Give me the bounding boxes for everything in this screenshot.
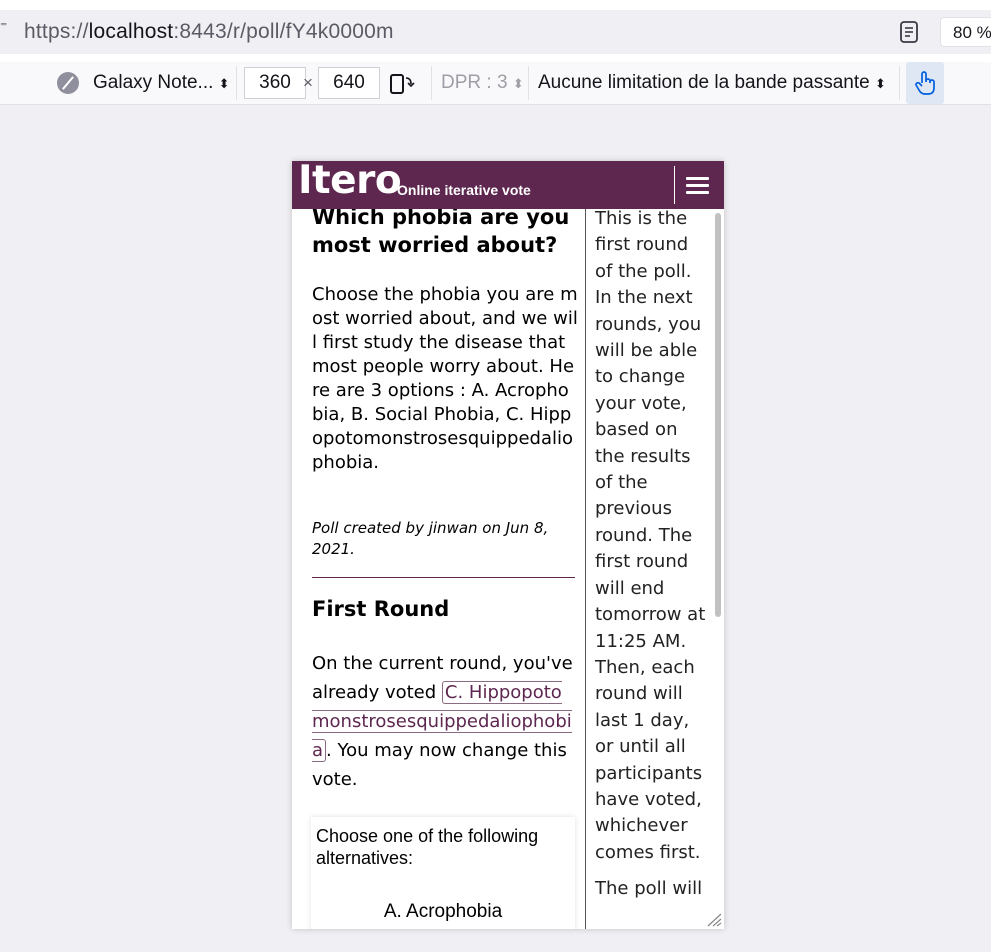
zoom-level-button[interactable]: 80 % (940, 17, 991, 47)
url-prefix: https:// (24, 20, 89, 43)
round-text-after: . You may now change this vote. (312, 740, 567, 790)
section-divider (312, 577, 575, 578)
info-paragraph: The poll will (595, 878, 703, 900)
responsive-toolbar: Galaxy Note... ⬍ 360 × 640 DPR : 3 ⬍ Auc… (0, 62, 991, 105)
dpr-selector[interactable]: DPR : 3 ⬍ (441, 62, 524, 104)
round-status: On the current round, you've already vot… (312, 649, 577, 794)
device-viewport: Itero Online iterative vote Which phobia… (292, 161, 724, 929)
menu-icon (686, 184, 709, 187)
poll-description: Choose the phobia you are most worried a… (312, 284, 578, 473)
menu-icon (686, 191, 709, 194)
alternatives-card: Choose one of the following alternatives… (311, 817, 575, 929)
height-input[interactable]: 640 (318, 67, 380, 99)
updown-arrow-icon: ⬍ (512, 76, 524, 91)
network-throttling-selector[interactable]: Aucune limitation de la bande passante ⬍ (538, 62, 886, 104)
menu-icon (686, 177, 709, 180)
updown-arrow-icon: ⬍ (874, 76, 886, 91)
poll-title: Which phobia are you most worried about? (312, 209, 570, 257)
browser-toolbar: ⁼ https://localhost:8443/r/poll/fY4k0000… (0, 0, 991, 63)
device-selector[interactable]: Galaxy Note... ⬍ (93, 62, 230, 104)
round-title: First Round (312, 597, 450, 621)
dpr-label: DPR : 3 (441, 72, 508, 93)
poll-main-column: Which phobia are you most worried about?… (292, 209, 585, 929)
hamburger-menu-button[interactable] (674, 166, 718, 204)
url-host: localhost (88, 20, 174, 43)
resize-grip-icon[interactable] (706, 913, 722, 927)
toolbar-divider (899, 66, 900, 100)
device-icon (57, 72, 79, 94)
poll-info-sidebar: This is the first round of the poll. In … (585, 209, 724, 929)
poll-meta: Poll created by jinwan on Jun 8, 2021. (312, 519, 549, 558)
toolbar-divider (528, 66, 529, 100)
updown-arrow-icon: ⬍ (218, 76, 230, 91)
app-logo[interactable]: Itero (298, 161, 402, 203)
throttling-label: Aucune limitation de la bande passante (538, 72, 870, 93)
toolbar-divider (236, 66, 237, 100)
reader-view-icon[interactable] (900, 21, 918, 43)
toolbar-divider (431, 66, 432, 100)
alternatives-prompt: Choose one of the following alternatives… (316, 826, 539, 868)
device-name: Galaxy Note... (93, 72, 214, 93)
site-info-icon[interactable]: ⁼ (0, 19, 7, 35)
scrollbar-thumb[interactable] (715, 213, 721, 617)
width-input[interactable]: 360 (244, 67, 306, 99)
hand-pointer-icon (915, 71, 935, 95)
touch-simulation-button[interactable] (906, 62, 944, 104)
url-path: :8443/r/poll/fY4k0000m (173, 20, 394, 43)
app-header: Itero Online iterative vote (292, 161, 724, 209)
url-text[interactable]: https://localhost:8443/r/poll/fY4k0000m (24, 20, 394, 44)
poll-info-text: This is the first round of the poll. In … (595, 209, 710, 913)
dimension-separator: × (303, 73, 313, 92)
info-paragraph: This is the first round of the poll. In … (595, 209, 706, 863)
alternative-option[interactable]: A. Acrophobia (311, 901, 575, 923)
rotate-device-icon[interactable] (389, 72, 415, 96)
app-tagline: Online iterative vote (397, 182, 531, 198)
